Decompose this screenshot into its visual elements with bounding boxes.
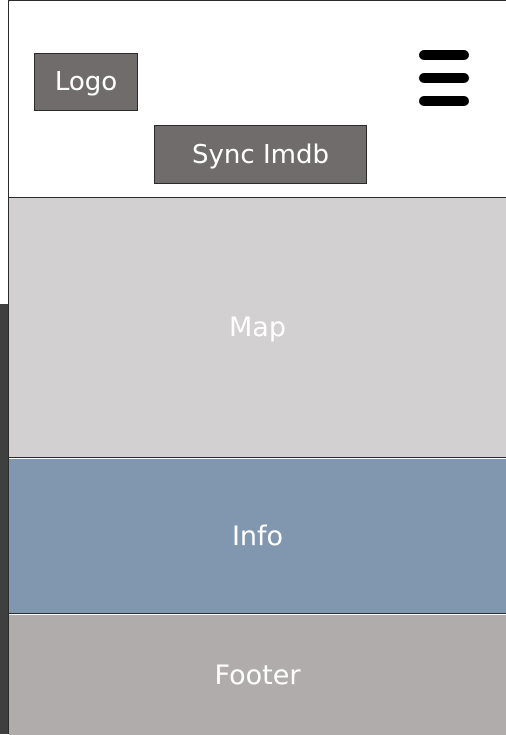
sync-imdb-button[interactable]: Sync Imdb [154,125,367,184]
footer-section: Footer [9,615,506,735]
app-frame: Logo Sync Imdb Map Info Footer [8,0,506,735]
footer-label: Footer [214,659,301,691]
left-edge-dark-strip [0,304,8,734]
map-label: Map [229,312,286,343]
page-header: Logo Sync Imdb [9,1,506,198]
info-label: Info [231,520,284,552]
hamburger-icon[interactable] [417,49,473,109]
hamburger-bar [419,96,469,106]
map-section: Map [9,198,506,458]
hamburger-bar [419,73,469,83]
hamburger-bar [419,50,469,60]
logo: Logo [34,53,138,111]
info-section: Info [9,459,506,614]
